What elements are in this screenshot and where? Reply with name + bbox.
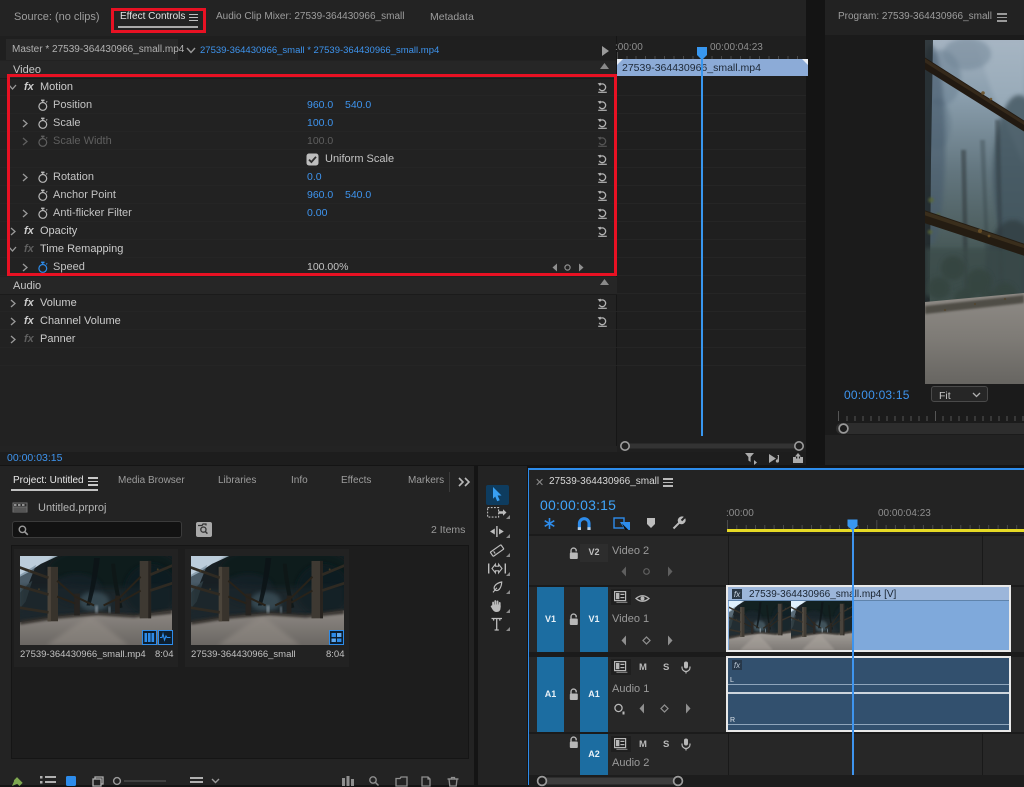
svg-text:fx: fx — [734, 590, 741, 599]
svg-text:fx: fx — [734, 661, 741, 670]
